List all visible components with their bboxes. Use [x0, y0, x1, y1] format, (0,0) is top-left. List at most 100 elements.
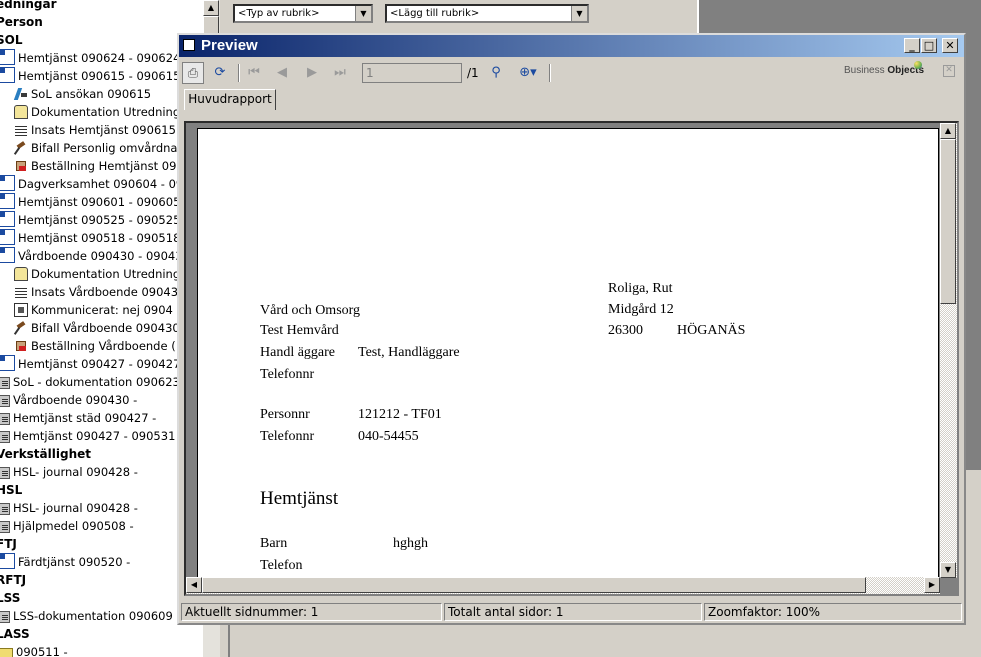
- personnr-value: 121212 - TF01: [358, 407, 442, 422]
- tree-item[interactable]: Hemtjänst 090427 - 090531: [0, 427, 175, 445]
- tree-item[interactable]: Vårdboende 090430 - 09043: [0, 247, 183, 265]
- phone2-label: Telefonnr: [260, 429, 315, 444]
- preview-window: Preview _ □ ✕ ⎙ ⟳ ⏮ ◀ ▶ ⏭ 1 /1 ⚲ ⊕▾ Busi…: [177, 33, 966, 625]
- barn-label: Barn: [260, 536, 288, 551]
- documentation-icon: [14, 105, 28, 119]
- first-page-icon[interactable]: ⏮: [243, 62, 265, 84]
- tree-item-label: HSL- journal 090428 -: [13, 501, 138, 515]
- tree-item[interactable]: Dokumentation Utredning: [14, 265, 180, 283]
- chevron-down-icon[interactable]: ▼: [571, 6, 587, 21]
- tree-item-label: Hemtjänst 090624 - 090624: [18, 51, 181, 65]
- tree-item[interactable]: Bifall Personlig omvårdna: [14, 139, 177, 157]
- tree-item[interactable]: SoL - dokumentation 090623: [0, 373, 180, 391]
- order-icon: [14, 159, 28, 173]
- org-name: Vård och Omsorg: [260, 303, 361, 318]
- scroll-thumb[interactable]: [940, 139, 956, 304]
- gavel-icon: [14, 321, 28, 335]
- status-zoom: Zoomfaktor: 100%: [704, 603, 962, 621]
- tree-item[interactable]: Hemtjänst 090601 - 090605: [0, 193, 180, 211]
- page-total: /1: [467, 66, 479, 80]
- window-icon: [183, 39, 195, 51]
- tree-item[interactable]: 090511 -: [0, 643, 68, 657]
- order-icon: [14, 339, 28, 353]
- tree-item-label: SOL: [0, 33, 23, 47]
- plan-icon: [0, 247, 15, 263]
- scroll-up-button[interactable]: ▲: [203, 0, 219, 16]
- tree-group[interactable]: SOL: [0, 31, 23, 49]
- tree-item[interactable]: Hemtjänst städ 090427 -: [0, 409, 156, 427]
- plan-icon: [0, 193, 15, 209]
- tree-item[interactable]: Hjälpmedel 090508 -: [0, 517, 134, 535]
- tree-item[interactable]: Färdtjänst 090520 -: [0, 553, 130, 571]
- tree-item-label: Färdtjänst 090520 -: [18, 555, 131, 569]
- prev-page-icon[interactable]: ◀: [271, 62, 293, 84]
- tree-group[interactable]: LASS: [0, 625, 30, 643]
- tree-item[interactable]: Hemtjänst 090624 - 090624: [0, 49, 180, 67]
- tree-item[interactable]: Hemtjänst 090518 - 090518: [0, 229, 180, 247]
- list-icon: [14, 123, 28, 137]
- scroll-right-button[interactable]: ▶: [924, 577, 940, 593]
- tree-group[interactable]: LSS: [0, 589, 20, 607]
- tree-item-label: 090511 -: [16, 645, 68, 657]
- search-icon[interactable]: ⚲: [485, 62, 507, 84]
- report-viewer: Roliga, Rut Midgård 12 26300 HÖGANÄS Vår…: [184, 121, 959, 596]
- tree-item[interactable]: Bifall Vårdboende 090430: [14, 319, 180, 337]
- tree-item[interactable]: Dagverksamhet 090604 - 09: [0, 175, 183, 193]
- add-heading-value: <Lägg till rubrik>: [390, 8, 480, 19]
- tree-item-label: Beställning Vårdboende (: [31, 339, 176, 353]
- toolbar: ⎙ ⟳ ⏮ ◀ ▶ ⏭ 1 /1 ⚲ ⊕▾ Business Objects ✕: [179, 59, 964, 87]
- recipient-zip: 26300: [608, 323, 643, 338]
- tree-item[interactable]: Insats Hemtjänst 090615: [14, 121, 176, 139]
- maximize-button[interactable]: □: [921, 38, 937, 53]
- last-page-icon[interactable]: ⏭: [329, 62, 351, 84]
- recipient-city: HÖGANÄS: [677, 323, 746, 338]
- tree-item[interactable]: Hemtjänst 090615 - 090615: [0, 67, 180, 85]
- tree-item[interactable]: SoL ansökan 090615: [14, 85, 151, 103]
- close-icon[interactable]: ✕: [943, 65, 955, 77]
- doc-icon: [0, 467, 10, 479]
- tree-group[interactable]: Person: [0, 13, 43, 31]
- scroll-down-button[interactable]: ▼: [940, 562, 956, 578]
- title-bar[interactable]: Preview _ □ ✕: [179, 35, 964, 57]
- doc-icon: [0, 413, 10, 425]
- tree-item[interactable]: Hemtjänst 090427 - 090427: [0, 355, 180, 373]
- chevron-down-icon[interactable]: ▼: [355, 6, 371, 21]
- tree-item[interactable]: Kommunicerat: nej 0904: [14, 301, 173, 319]
- refresh-icon[interactable]: ⟳: [209, 62, 231, 84]
- scroll-left-button[interactable]: ◀: [186, 577, 202, 593]
- tree-group[interactable]: Verkställighet: [0, 445, 91, 463]
- tree-item[interactable]: Insats Vårdboende 09043: [14, 283, 178, 301]
- tab-main-report[interactable]: Huvudrapport: [184, 89, 276, 110]
- print-icon[interactable]: ⎙: [182, 62, 204, 84]
- report-heading: Hemtjänst: [260, 488, 339, 509]
- window-title: Preview: [201, 37, 258, 54]
- tree-group[interactable]: FTJ: [0, 535, 17, 553]
- close-button[interactable]: ✕: [942, 38, 958, 53]
- scroll-thumb[interactable]: [202, 577, 866, 593]
- tree-item[interactable]: HSL- journal 090428 -: [0, 463, 138, 481]
- zoom-icon[interactable]: ⊕▾: [513, 62, 543, 84]
- tree-group[interactable]: HSL: [0, 481, 22, 499]
- tree-item[interactable]: Vårdboende 090430 -: [0, 391, 137, 409]
- page-number-input[interactable]: 1: [362, 63, 462, 83]
- tree-item[interactable]: HSL- journal 090428 -: [0, 499, 138, 517]
- add-heading-select[interactable]: <Lägg till rubrik> ▼: [385, 4, 589, 23]
- horizontal-scrollbar[interactable]: ◀ ▶: [186, 577, 940, 594]
- tree-item[interactable]: Hemtjänst 090525 - 090525: [0, 211, 180, 229]
- doc-icon: [0, 431, 10, 443]
- tree-item-label: Bifall Personlig omvårdna: [31, 141, 178, 155]
- tree-item-label: Dokumentation Utredning: [31, 267, 181, 281]
- scroll-up-button[interactable]: ▲: [940, 123, 956, 139]
- tree-item-label: FTJ: [0, 537, 17, 551]
- tree-item[interactable]: Beställning Vårdboende (: [14, 337, 176, 355]
- tree-group[interactable]: RFTJ: [0, 571, 26, 589]
- tree-item[interactable]: LSS-dokumentation 090609: [0, 607, 173, 625]
- next-page-icon[interactable]: ▶: [301, 62, 323, 84]
- tree-group[interactable]: edningar: [0, 0, 57, 13]
- tree-item[interactable]: Beställning Hemtjänst 09: [14, 157, 176, 175]
- heading-type-select[interactable]: <Typ av rubrik> ▼: [233, 4, 373, 23]
- tree-item-label: SoL - dokumentation 090623: [13, 375, 180, 389]
- tree-item[interactable]: Dokumentation Utredning: [14, 103, 180, 121]
- vertical-scrollbar[interactable]: ▲ ▼: [940, 123, 957, 578]
- minimize-button[interactable]: _: [904, 38, 920, 53]
